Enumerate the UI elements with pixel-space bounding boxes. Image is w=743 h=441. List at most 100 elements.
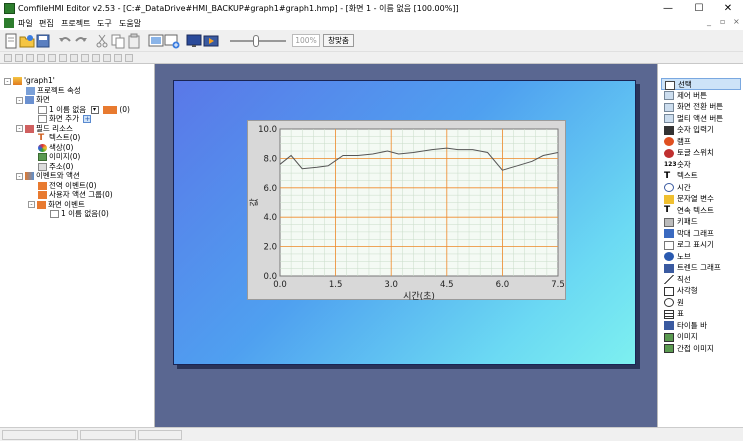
collapse-icon[interactable]: - [16, 96, 23, 104]
palette-item[interactable]: T 텍스트 [661, 170, 741, 182]
menu-file[interactable]: 파일 [18, 17, 33, 30]
palette-item[interactable]: 제어 버튼 [661, 90, 741, 102]
open-folder-icon[interactable] [19, 33, 35, 49]
tree-node-add-screen[interactable]: 화면 추가 + [36, 114, 92, 124]
menu-edit[interactable]: 편집 [39, 17, 54, 30]
mdi-close-button[interactable]: × [733, 17, 740, 26]
y-axis-label: 값 [248, 198, 260, 206]
main-toolbar: 100% 창맞춤 [0, 30, 743, 52]
address-resource-icon [38, 162, 47, 171]
palette-item-label: 표 [677, 309, 684, 318]
same-height-icon[interactable] [81, 54, 89, 62]
palette-item[interactable]: 간접 이미지 [661, 343, 741, 355]
collapse-icon[interactable]: - [28, 201, 35, 208]
bring-front-icon[interactable] [114, 54, 122, 62]
palette-item[interactable]: 노브 [661, 251, 741, 263]
palette-item[interactable]: 숫자 입력기 [661, 124, 741, 136]
palette-item[interactable]: T 연속 텍스트 [661, 205, 741, 217]
tree-node-address-resources[interactable]: 주소(0) [36, 162, 73, 172]
palette-item[interactable]: 123숫자 [661, 159, 741, 171]
title-bar-icon [664, 321, 674, 330]
palette-item[interactable]: 멀티 액션 버튼 [661, 113, 741, 125]
screen-icon [38, 115, 47, 123]
maximize-button[interactable]: ☐ [684, 0, 714, 17]
collapse-icon[interactable]: - [16, 125, 23, 132]
palette-item[interactable]: 사각형 [661, 285, 741, 297]
palette-item[interactable]: 선택 [661, 78, 741, 90]
tree-node-text-resources[interactable]: T 텍스트(0) [36, 133, 80, 143]
clock-icon [664, 183, 674, 192]
menu-project[interactable]: 프로젝트 [61, 17, 90, 30]
mdi-restore-button[interactable]: ▫ [720, 17, 725, 26]
menu-help[interactable]: 도움말 [119, 17, 141, 30]
palette-item[interactable]: 램프 [661, 136, 741, 148]
control-button-icon [664, 91, 674, 100]
tree-node-screens[interactable]: - 화면 [16, 95, 50, 105]
save-icon[interactable] [35, 33, 51, 49]
zoom-value-field[interactable]: 100% [292, 34, 320, 47]
screen-settings-icon[interactable] [148, 33, 164, 49]
close-button[interactable]: ✕ [713, 0, 743, 17]
menu-tools[interactable]: 도구 [97, 17, 112, 30]
palette-item[interactable]: 이미지 [661, 331, 741, 343]
align-right-icon[interactable] [26, 54, 34, 62]
palette-item[interactable]: 타이틀 바 [661, 320, 741, 332]
redo-icon[interactable] [73, 33, 89, 49]
palette-item[interactable]: 화면 전환 버튼 [661, 101, 741, 113]
mdi-minimize-button[interactable]: _ [707, 17, 711, 26]
palette-item[interactable]: 토글 스위치 [661, 147, 741, 159]
tree-node-user-action-groups[interactable]: 사용자 액션 그룹(0) [36, 190, 113, 200]
minimize-button[interactable]: — [653, 0, 683, 17]
same-width-icon[interactable] [70, 54, 78, 62]
align-center-icon[interactable] [15, 54, 23, 62]
palette-item[interactable]: 막대 그래프 [661, 228, 741, 240]
align-bottom-icon[interactable] [59, 54, 67, 62]
palette-item[interactable]: 표 [661, 308, 741, 320]
palette-item[interactable]: 시간 [661, 182, 741, 194]
trend-graph-widget[interactable]: 0.0 1.5 3.0 4.5 6.0 7.5 0.0 2.0 4.0 6.0 8.0 10.0 시간(… [247, 120, 566, 302]
tree-label: 1 이름 없음 [49, 104, 87, 114]
palette-item[interactable]: 트렌드 그래프 [661, 262, 741, 274]
cut-icon[interactable] [94, 33, 110, 49]
send-back-icon[interactable] [125, 54, 133, 62]
dropdown-icon[interactable]: ▾ [90, 105, 99, 114]
paste-icon[interactable] [126, 33, 142, 49]
palette-item[interactable]: 원 [661, 297, 741, 309]
distribute-vertical-icon[interactable] [103, 54, 111, 62]
monitor-icon[interactable] [186, 33, 202, 49]
tree-node-project-properties[interactable]: 프로젝트 속성 [24, 86, 81, 96]
status-pane-3 [138, 430, 182, 440]
collapse-icon[interactable]: - [16, 172, 23, 180]
copy-icon[interactable] [110, 33, 126, 49]
align-toolbar [0, 52, 743, 64]
zoom-slider-thumb[interactable] [253, 35, 259, 47]
palette-item[interactable]: 로그 표시기 [661, 239, 741, 251]
tree-node-screen-1[interactable]: 1 이름 없음 ▾ (0) [36, 105, 130, 115]
undo-icon[interactable] [57, 33, 73, 49]
run-icon[interactable] [203, 33, 219, 49]
palette-item[interactable]: 키패드 [661, 216, 741, 228]
screen-event-icon[interactable] [102, 105, 117, 114]
palette-item-label: 토글 스위치 [677, 148, 714, 157]
new-file-icon[interactable] [3, 33, 19, 49]
palette-item[interactable]: 직선 [661, 274, 741, 286]
palette-item[interactable]: 문자열 변수 [661, 193, 741, 205]
tree-node-events-actions[interactable]: - 이벤트와 액션 [16, 171, 80, 181]
distribute-horizontal-icon[interactable] [92, 54, 100, 62]
tree-node-field-resources[interactable]: - 필드 리소스 [16, 124, 73, 134]
align-middle-icon[interactable] [48, 54, 56, 62]
tree-node-screen-1-events[interactable]: 1 이름 없음(0) [48, 209, 109, 219]
tree-node-color-resources[interactable]: 색상(0) [36, 143, 73, 153]
align-left-icon[interactable] [4, 54, 12, 62]
add-screen-icon[interactable] [164, 33, 180, 49]
tree-node-project[interactable]: - 'graph1' [4, 76, 55, 86]
add-screen-button[interactable]: + [83, 115, 92, 123]
tree-node-screen-events[interactable]: - 화면 이벤트 [28, 200, 85, 210]
fit-window-button[interactable]: 창맞춤 [323, 34, 354, 47]
image-icon [664, 332, 674, 342]
scrolling-text-icon: T [664, 205, 671, 215]
tree-node-image-resources[interactable]: 이미지(0) [36, 152, 80, 162]
tree-node-global-events[interactable]: 전역 이벤트(0) [36, 181, 97, 191]
collapse-icon[interactable]: - [4, 77, 11, 85]
align-top-icon[interactable] [37, 54, 45, 62]
